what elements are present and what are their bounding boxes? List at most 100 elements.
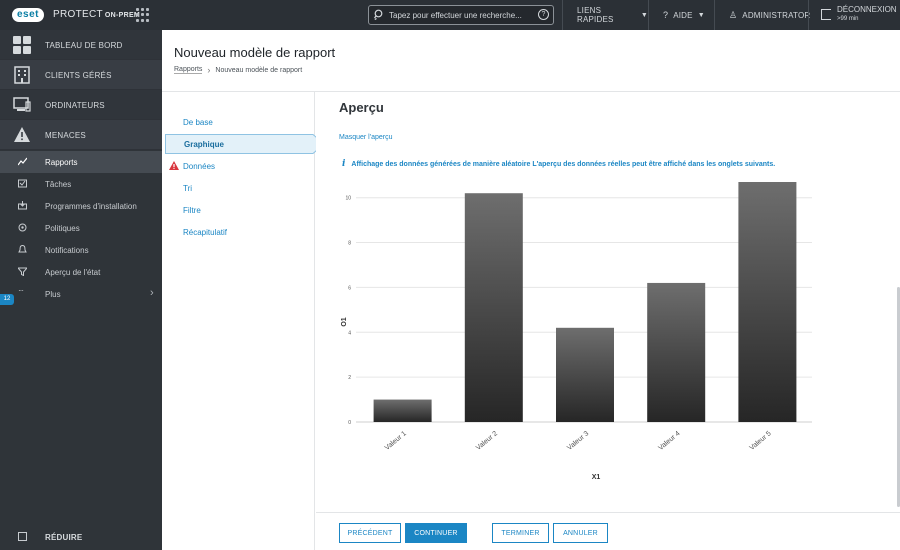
y-tick-label: 4	[348, 330, 351, 336]
bar	[464, 193, 523, 422]
breadcrumb: Rapports › Nouveau modèle de rapport	[174, 65, 302, 75]
chevron-down-icon: ▼	[697, 11, 705, 19]
search-input[interactable]	[389, 6, 535, 24]
step-filter[interactable]: Filtre	[162, 200, 315, 220]
collapse-sidebar-button[interactable]: RÉDUIRE	[0, 526, 162, 550]
section-title: Aperçu	[339, 100, 384, 115]
logout-icon	[821, 9, 831, 20]
wizard-steps: De base Graphique Données Tri Filtre Réc…	[162, 92, 325, 550]
previous-button[interactable]: PRÉCÉDENT	[339, 523, 401, 543]
x-tick-label: Valeur 4	[657, 430, 681, 452]
bar	[373, 399, 432, 422]
sidebar-item-installers[interactable]: Programmes d'installation	[0, 195, 162, 217]
sidebar-item-label: Notifications	[45, 246, 89, 255]
search-icon	[374, 9, 383, 20]
x-tick-label: Valeur 1	[384, 430, 408, 452]
collapse-label: RÉDUIRE	[45, 533, 83, 542]
hide-preview-link[interactable]: Masquer l'aperçu	[339, 134, 392, 141]
sidebar-item-managed-clients[interactable]: CLIENTS GÉRÉS	[0, 60, 162, 90]
step-label: De base	[183, 118, 213, 127]
status-icon	[18, 267, 27, 276]
page-header: Nouveau modèle de rapport Rapports › Nou…	[162, 30, 900, 92]
bar-chart: 0 2 4 6 8 10 Valeur 1 Valeur 2 Valeur 3 Valeur 4 V…	[341, 182, 812, 481]
sidebar-item-label: TABLEAU DE BORD	[45, 41, 123, 50]
sidebar-item-more[interactable]: ··· Plus ›	[0, 283, 162, 305]
status-badge: 12	[0, 294, 14, 305]
product-name-text: PROTECT	[53, 9, 103, 20]
warning-icon	[14, 127, 30, 142]
x-axis-title: X1	[592, 474, 601, 481]
y-tick-label: 8	[348, 241, 351, 247]
chevron-right-icon: ›	[207, 65, 211, 75]
y-axis-title: O1	[341, 317, 348, 326]
step-sort[interactable]: Tri	[162, 178, 315, 198]
sidebar-item-label: Programmes d'installation	[45, 202, 137, 211]
page-title: Nouveau modèle de rapport	[174, 45, 336, 60]
sidebar-item-notifications[interactable]: Notifications	[0, 239, 162, 261]
quick-links-menu[interactable]: LIENS RAPIDES ▼	[562, 0, 648, 30]
search-box[interactable]: ?	[368, 5, 554, 25]
sidebar-item-label: Rapports	[45, 158, 78, 167]
dashboard-icon	[13, 36, 31, 54]
sidebar-item-label: MENACES	[45, 131, 86, 140]
policies-icon	[18, 223, 27, 232]
sidebar-item-reports[interactable]: Rapports	[0, 151, 162, 173]
more-icon: ···	[18, 286, 24, 295]
breadcrumb-link-reports[interactable]: Rapports	[174, 66, 203, 74]
building-icon	[14, 66, 30, 84]
sidebar-item-status-overview[interactable]: Aperçu de l'état	[0, 261, 162, 283]
sidebar-item-label: Politiques	[45, 224, 80, 233]
cancel-button[interactable]: ANNULER	[553, 523, 608, 543]
step-label: Récapitulatif	[183, 228, 228, 237]
sidebar-item-computers[interactable]: ORDINATEURS	[0, 90, 162, 120]
search-help-icon[interactable]: ?	[538, 9, 549, 20]
collapse-icon	[18, 532, 27, 541]
x-tick-label: Valeur 5	[749, 430, 773, 452]
x-tick-label: Valeur 2	[475, 430, 499, 452]
user-label: ADMINISTRATOR	[742, 10, 811, 20]
finish-button[interactable]: TERMINER	[492, 523, 549, 543]
step-basic[interactable]: De base	[162, 112, 315, 132]
step-label: Graphique	[184, 140, 225, 149]
step-data[interactable]: Données	[162, 156, 315, 176]
sidebar-item-threats[interactable]: MENACES	[0, 120, 162, 150]
info-message: i Affichage des données générées de mani…	[342, 159, 775, 169]
help-menu[interactable]: ? AIDE ▼	[648, 0, 714, 30]
logout-button[interactable]: DÉCONNEXION >99 min	[808, 0, 900, 30]
sidebar-submenu: Rapports Tâches Programmes d'installatio…	[0, 150, 162, 550]
session-time: >99 min	[837, 16, 859, 22]
installer-icon	[18, 201, 27, 210]
step-label: Données	[183, 162, 216, 171]
sidebar-item-policies[interactable]: Politiques	[0, 217, 162, 239]
user-menu[interactable]: ♙ ADMINISTRATOR	[714, 0, 811, 30]
help-label: AIDE	[673, 10, 693, 20]
y-tick-label: 0	[348, 420, 351, 426]
eset-logo[interactable]: eset	[12, 8, 45, 22]
app-grid-icon[interactable]	[136, 8, 150, 22]
product-suffix: ON-PREM	[104, 12, 141, 19]
wizard-footer: PRÉCÉDENT CONTINUER TERMINER ANNULER	[316, 512, 900, 550]
step-chart[interactable]: Graphique	[165, 134, 325, 154]
breadcrumb-current: Nouveau modèle de rapport	[215, 66, 303, 74]
chevron-down-icon: ▼	[640, 11, 648, 19]
sidebar-item-dashboard[interactable]: TABLEAU DE BORD	[0, 30, 162, 60]
bar	[647, 282, 706, 422]
notifications-icon	[18, 245, 27, 253]
continue-button[interactable]: CONTINUER	[405, 523, 467, 543]
step-summary[interactable]: Récapitulatif	[162, 222, 315, 242]
step-label: Filtre	[183, 206, 201, 215]
reports-icon	[18, 157, 27, 166]
tasks-icon	[18, 179, 27, 188]
logout-label: DÉCONNEXION	[837, 5, 897, 14]
chevron-right-icon: ›	[150, 287, 154, 299]
sidebar-item-tasks[interactable]: Tâches	[0, 173, 162, 195]
sidebar-item-label: ORDINATEURS	[45, 101, 105, 110]
preview-section: Aperçu Masquer l'aperçu i Affichage des …	[316, 92, 900, 512]
sidebar-item-label: CLIENTS GÉRÉS	[45, 71, 112, 80]
quick-links-label: LIENS RAPIDES	[577, 6, 614, 24]
sidebar-item-label: Aperçu de l'état	[45, 268, 101, 277]
y-tick-label: 10	[345, 196, 351, 202]
help-icon: ?	[663, 10, 669, 20]
sidebar-item-label: Plus	[45, 290, 61, 299]
bar	[738, 182, 797, 422]
